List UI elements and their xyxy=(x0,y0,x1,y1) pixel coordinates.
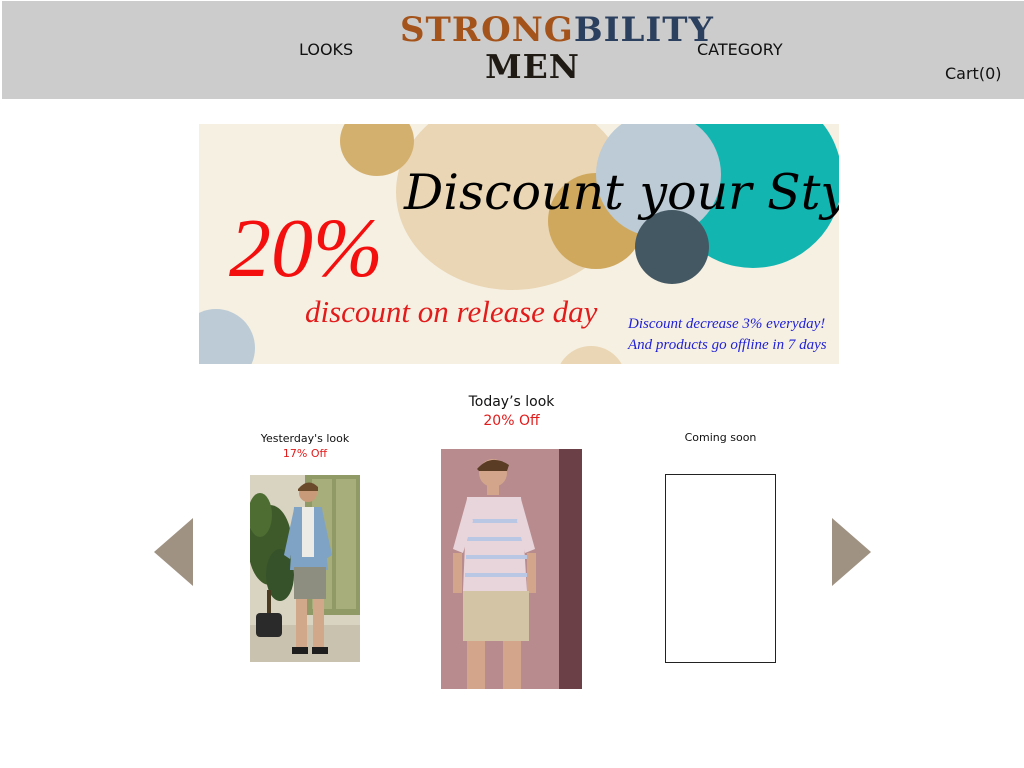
banner-percent: 20% xyxy=(229,202,383,295)
site-logo[interactable]: STRONGBILITY MEN xyxy=(400,10,713,87)
banner-note-line1: Discount decrease 3% everyday! xyxy=(628,316,826,332)
carousel-next-arrow-icon[interactable] xyxy=(832,518,871,586)
logo-text-men: MEN xyxy=(485,47,580,86)
logo-text-strong: STRONG xyxy=(400,10,574,50)
cart-link[interactable]: Cart(0) xyxy=(945,64,1002,83)
banner-note: Discount decrease 3% everyday! And produ… xyxy=(628,314,827,356)
today-look-discount: 20% Off xyxy=(483,413,540,429)
banner-decor-circle xyxy=(635,210,709,284)
site-header: LOOKS STRONGBILITY MEN CATEGORY Cart(0) xyxy=(2,1,1024,99)
today-look-title: Today’s look xyxy=(468,394,555,410)
carousel-prev-arrow-icon[interactable] xyxy=(154,518,193,586)
banner-headline: Discount your Style! xyxy=(404,164,839,221)
coming-soon-title: Coming soon xyxy=(684,431,757,444)
today-look-photo[interactable] xyxy=(441,449,582,689)
promo-banner[interactable]: Discount your Style! 20% discount on rel… xyxy=(199,124,839,364)
banner-note-line2: And products go offline in 7 days xyxy=(628,337,827,353)
banner-decor-circle xyxy=(199,309,255,364)
banner-decor-circle xyxy=(556,346,626,364)
nav-looks-link[interactable]: LOOKS xyxy=(299,40,353,59)
yesterday-look-discount: 17% Off xyxy=(282,447,328,460)
coming-soon-placeholder[interactable] xyxy=(665,474,776,663)
nav-category-link[interactable]: CATEGORY xyxy=(697,40,783,59)
yesterday-look-photo[interactable] xyxy=(250,475,360,662)
logo-text-bility: BILITY xyxy=(573,10,714,50)
yesterday-look-title: Yesterday's look xyxy=(260,432,350,445)
banner-subtitle: discount on release day xyxy=(305,294,598,329)
